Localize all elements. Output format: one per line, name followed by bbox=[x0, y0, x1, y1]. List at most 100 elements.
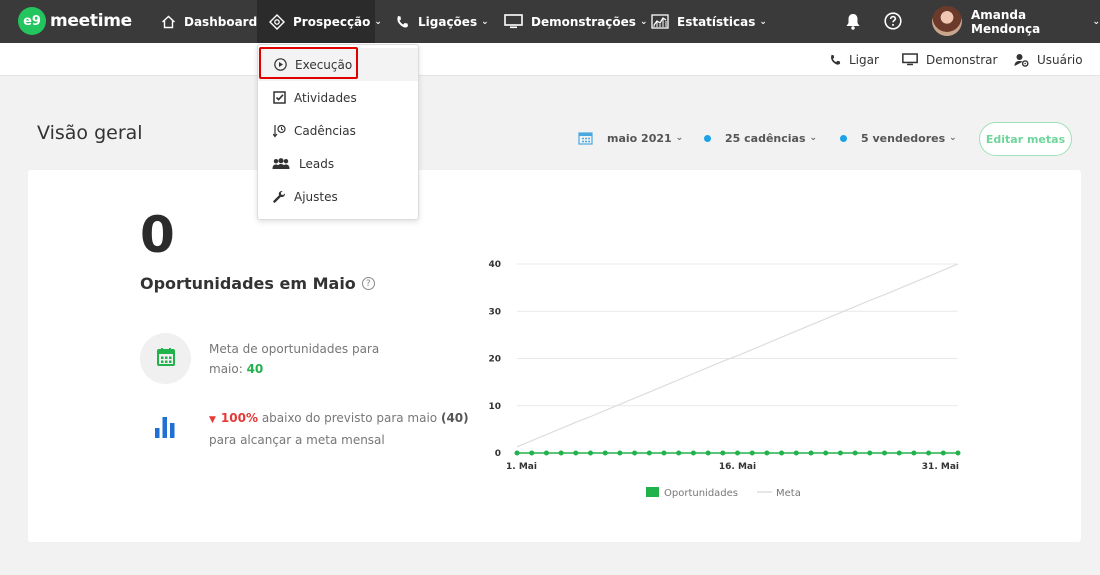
ligar-button[interactable]: Ligar bbox=[829, 43, 879, 76]
chevron-down-icon: ⌄ bbox=[809, 133, 818, 143]
data-point bbox=[543, 450, 549, 456]
chevron-down-icon: ⌄ bbox=[949, 133, 957, 143]
play-circle-icon bbox=[273, 58, 287, 72]
user-menu[interactable]: Amanda Mendonça ⌄ bbox=[971, 0, 1100, 43]
home-icon bbox=[160, 14, 176, 30]
target-icon bbox=[269, 13, 285, 30]
data-point bbox=[632, 450, 638, 456]
menu-item-atividades[interactable]: Atividades bbox=[258, 81, 418, 114]
menu-item-ajustes[interactable]: Ajustes bbox=[258, 180, 418, 213]
forecast-text: abaixo do previsto para maio bbox=[258, 411, 441, 425]
data-point bbox=[896, 450, 902, 456]
legend-swatch-oportunidades bbox=[646, 487, 659, 497]
menu-item-leads[interactable]: Leads bbox=[258, 147, 418, 180]
goal-value: 40 bbox=[246, 362, 264, 376]
opportunities-title: Oportunidades em Maio ? bbox=[140, 274, 375, 293]
user-name-label: Amanda Mendonça bbox=[971, 7, 1041, 36]
menu-item-cadencias[interactable]: Cadências bbox=[258, 114, 418, 147]
nav-dashboard[interactable]: Dashboard bbox=[160, 0, 257, 43]
nav-estatisticas[interactable]: Estatísticas ⌄ bbox=[650, 0, 767, 43]
menu-item-leads-label: Leads bbox=[299, 156, 335, 171]
y-tick-label: 40 bbox=[488, 260, 501, 270]
cadences-filter-label: 25 cadências bbox=[725, 131, 806, 145]
data-point bbox=[558, 450, 564, 456]
forecast-description: ▼ 100% abaixo do previsto para maio (40) … bbox=[209, 408, 469, 450]
nav-ligacoes[interactable]: Ligações ⌄ bbox=[394, 0, 489, 43]
bell-icon[interactable] bbox=[842, 10, 864, 32]
users-icon bbox=[272, 157, 290, 171]
goal-line2: maio: 40 bbox=[209, 359, 409, 379]
goal-prefix: maio: bbox=[209, 362, 247, 376]
data-point bbox=[867, 450, 873, 456]
data-point bbox=[793, 450, 799, 456]
logo-badge: e9 bbox=[18, 7, 46, 35]
x-tick-label: 31. Mai bbox=[922, 462, 959, 472]
data-point bbox=[690, 450, 696, 456]
monitor-icon bbox=[503, 14, 523, 30]
bar-chart-icon bbox=[153, 413, 177, 443]
nav-demonstracoes[interactable]: Demonstrações ⌄ bbox=[503, 0, 647, 43]
y-tick-label: 0 bbox=[495, 449, 501, 459]
data-point bbox=[808, 450, 814, 456]
goal-calendar-badge bbox=[140, 333, 191, 384]
data-point bbox=[602, 450, 608, 456]
help-icon[interactable] bbox=[882, 10, 904, 32]
usuario-button[interactable]: Usuário bbox=[1014, 43, 1083, 76]
nav-prospeccao[interactable]: Prospecção ⌄ bbox=[257, 0, 382, 43]
data-point bbox=[764, 450, 770, 456]
sellers-filter[interactable]: 5 vendedores ⌄ bbox=[840, 130, 957, 146]
data-point bbox=[676, 450, 682, 456]
data-point bbox=[940, 450, 946, 456]
chevron-down-icon: ⌄ bbox=[639, 16, 648, 27]
forecast-line2: para alcançar a meta mensal bbox=[209, 433, 385, 447]
phone-icon bbox=[829, 54, 841, 66]
monitor-icon bbox=[902, 53, 918, 66]
data-point bbox=[823, 450, 829, 456]
status-dot bbox=[704, 134, 711, 142]
menu-item-execucao[interactable]: Execução bbox=[258, 48, 418, 81]
calendar-icon bbox=[156, 347, 176, 371]
avatar[interactable] bbox=[932, 6, 962, 36]
meetime-logo[interactable]: e9 meetime bbox=[18, 7, 132, 35]
phone-icon bbox=[394, 14, 410, 30]
data-point bbox=[837, 450, 843, 456]
status-dot bbox=[840, 134, 847, 142]
demonstrar-button[interactable]: Demonstrar bbox=[902, 43, 997, 76]
chevron-down-icon: ⌄ bbox=[675, 133, 684, 143]
data-point bbox=[852, 450, 858, 456]
y-tick-label: 20 bbox=[488, 355, 501, 365]
data-point bbox=[926, 450, 932, 456]
data-point bbox=[514, 450, 520, 456]
data-point bbox=[720, 450, 726, 456]
logo-text: meetime bbox=[50, 11, 132, 31]
nav-ligacoes-label: Ligações bbox=[418, 14, 478, 29]
data-point bbox=[882, 450, 887, 456]
data-point bbox=[646, 450, 652, 456]
cadences-filter[interactable]: 25 cadências ⌄ bbox=[704, 130, 817, 146]
page-title: Visão geral bbox=[37, 122, 143, 144]
legend-label-oportunidades: Oportunidades bbox=[664, 488, 738, 499]
menu-item-ajustes-label: Ajustes bbox=[294, 189, 338, 204]
data-point bbox=[735, 450, 740, 456]
data-point bbox=[661, 450, 667, 456]
chevron-down-icon: ⌄ bbox=[481, 16, 489, 27]
help-icon[interactable]: ? bbox=[361, 277, 375, 290]
checkbox-icon bbox=[272, 91, 286, 105]
menu-item-atividades-label: Atividades bbox=[294, 90, 357, 105]
edit-goals-button[interactable]: Editar metas bbox=[979, 122, 1072, 156]
demonstrar-label: Demonstrar bbox=[926, 52, 998, 67]
user-settings-icon bbox=[1014, 53, 1029, 67]
date-filter[interactable]: maio 2021 ⌄ bbox=[578, 130, 683, 146]
forecast-value: (40) bbox=[440, 411, 469, 425]
wrench-icon bbox=[272, 190, 286, 204]
menu-item-cadencias-label: Cadências bbox=[294, 123, 356, 138]
date-filter-label: maio 2021 bbox=[607, 131, 672, 145]
legend-label-meta: Meta bbox=[776, 488, 801, 499]
data-point bbox=[573, 450, 579, 456]
opportunities-title-label: Oportunidades em Maio bbox=[140, 274, 356, 293]
y-tick-label: 10 bbox=[488, 402, 501, 412]
data-point bbox=[911, 450, 917, 456]
goal-description: Meta de oportunidades para maio: 40 bbox=[209, 339, 409, 379]
opportunities-chart: 0 10 20 30 40 1. Mai 16. Mai 31. Mai Oportunidad… bbox=[488, 260, 961, 499]
data-point bbox=[617, 450, 623, 456]
